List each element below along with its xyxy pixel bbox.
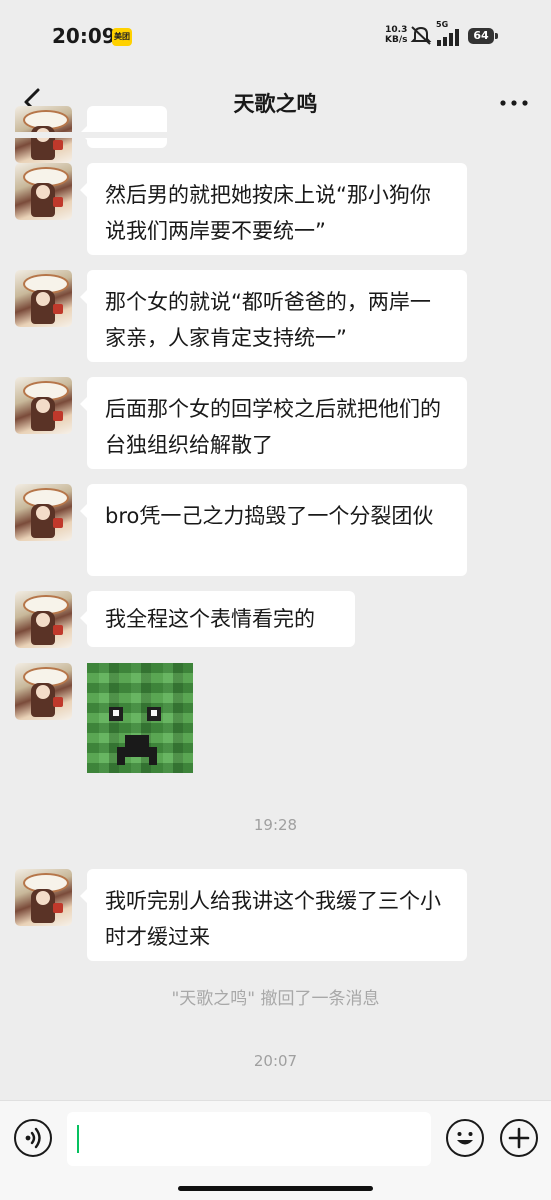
meituan-app-icon: 美团 [112, 28, 132, 46]
message-input[interactable] [67, 1112, 431, 1166]
mute-bell-icon [410, 26, 432, 45]
message-bubble[interactable]: 我全程这个表情看完的 [80, 591, 355, 647]
network-speed-unit: KB/s [385, 35, 408, 45]
status-time: 20:09 [52, 24, 116, 48]
network-speed: 10.3 KB/s [385, 25, 407, 45]
chat-title: 天歌之鸣 [233, 92, 318, 116]
message-bubble[interactable]: 后面那个女的回学校之后就把他们的台独组织给解散了 [80, 377, 467, 469]
avatar[interactable] [15, 591, 72, 648]
plus-cross-icon [508, 1127, 530, 1149]
avatar[interactable] [15, 270, 72, 327]
timestamp: 20:07 [253, 1052, 298, 1070]
input-bar [0, 1100, 551, 1200]
message-bubble-partial[interactable] [80, 106, 167, 148]
avatar[interactable] [15, 869, 72, 926]
chat-header: 天歌之鸣 [0, 74, 551, 132]
avatar[interactable] [15, 663, 72, 720]
battery-indicator: 64 [468, 28, 498, 44]
emoji-icon[interactable] [446, 1119, 484, 1157]
avatar[interactable] [15, 484, 72, 541]
voice-wave-icon [25, 1127, 41, 1149]
message-bubble[interactable]: 然后男的就把她按床上说“那小狗你说我们两岸要不要统一” [80, 163, 467, 255]
avatar[interactable] [15, 163, 72, 220]
creeper-sticker-image[interactable] [87, 663, 193, 773]
message-bubble[interactable]: bro凭一己之力捣毁了一个分裂团伙 [80, 484, 467, 576]
avatar[interactable] [15, 377, 72, 434]
network-speed-value: 10.3 [385, 25, 408, 35]
scroll-clip [0, 132, 551, 138]
status-bar: 20:09 美团 10.3 KB/s 5G 64 [0, 0, 551, 74]
timestamp: 19:28 [253, 816, 298, 834]
recall-notice: "天歌之鸣" 撤回了一条消息 [171, 989, 380, 1009]
signal-icon [437, 29, 459, 46]
message-bubble[interactable]: 我听完别人给我讲这个我缓了三个小时才缓过来 [80, 869, 467, 961]
smiley-face-icon [457, 1132, 473, 1145]
plus-icon[interactable] [500, 1119, 538, 1157]
home-indicator[interactable] [178, 1186, 373, 1191]
more-options-button[interactable] [499, 98, 529, 108]
text-caret [77, 1125, 79, 1153]
voice-icon[interactable] [14, 1119, 52, 1157]
message-bubble[interactable]: 那个女的就说“都听爸爸的，两岸一家亲，人家肯定支持统一” [80, 270, 467, 362]
